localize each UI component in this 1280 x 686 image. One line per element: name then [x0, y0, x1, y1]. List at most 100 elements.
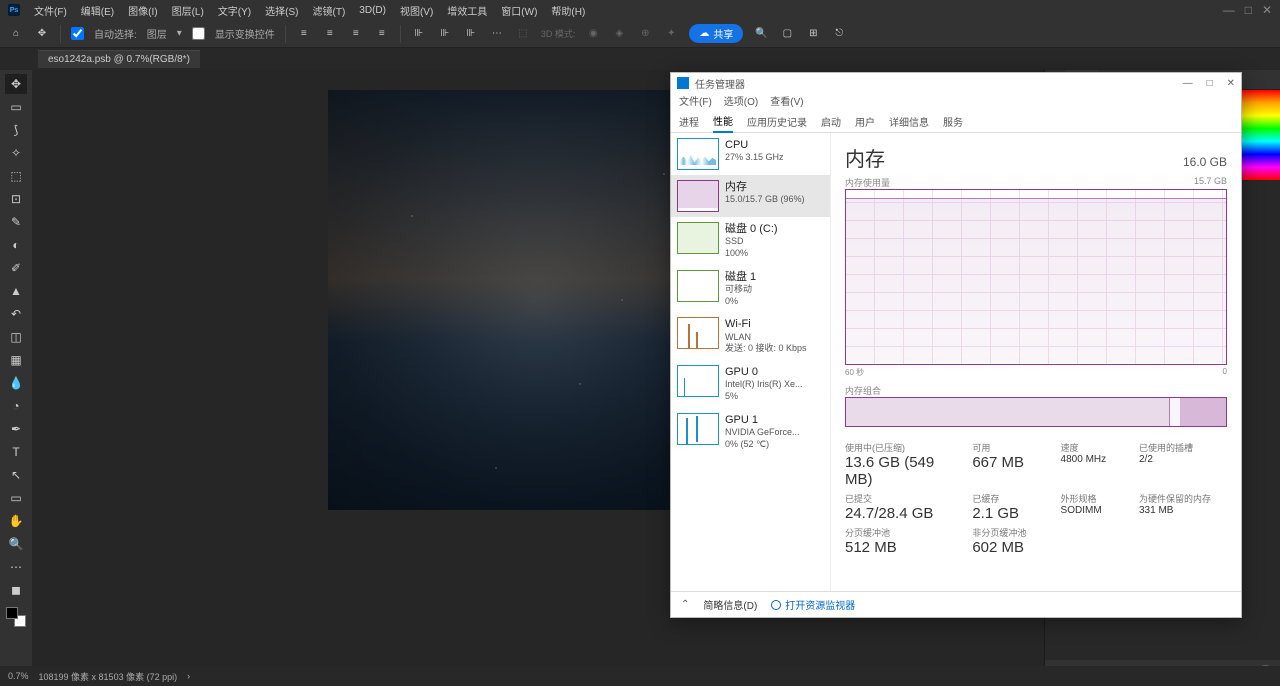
sidebar-item-memory[interactable]: 内存15.0/15.7 GB (96%) — [671, 175, 830, 217]
tab-users[interactable]: 用户 — [855, 111, 875, 132]
zoom-level[interactable]: 0.7% — [8, 671, 29, 681]
window-close-icon[interactable]: ✕ — [1262, 3, 1272, 17]
sidebar-item-gpu1[interactable]: GPU 1NVIDIA GeForce...0% (52 ℃) — [671, 408, 830, 456]
heal-tool[interactable]: ◐ — [5, 235, 27, 255]
3d-orbit-icon[interactable]: ◉ — [585, 26, 601, 42]
stamp-tool[interactable]: ▲ — [5, 281, 27, 301]
move-tool[interactable]: ✥ — [5, 74, 27, 94]
tab-processes[interactable]: 进程 — [679, 111, 699, 132]
layer-dropdown[interactable]: 图层 — [147, 26, 167, 41]
tm-menu-file[interactable]: 文件(F) — [679, 93, 712, 111]
resource-monitor-link[interactable]: 打开资源监视器 — [771, 597, 855, 612]
menu-type[interactable]: 文字(Y) — [218, 3, 251, 18]
tab-performance[interactable]: 性能 — [713, 110, 733, 133]
tm-menu-options[interactable]: 选项(O) — [724, 93, 758, 111]
marquee-tool[interactable]: ▭ — [5, 97, 27, 117]
distribute-v-icon[interactable]: ⊪ — [437, 26, 453, 42]
align-right-icon[interactable]: ≡ — [348, 26, 364, 42]
3d-mode-icon[interactable]: ⬚ — [515, 26, 531, 42]
color-swatch[interactable] — [6, 607, 26, 627]
menu-image[interactable]: 图像(I) — [128, 3, 157, 18]
menu-view[interactable]: 视图(V) — [400, 3, 433, 18]
move-tool-icon[interactable]: ✥ — [34, 26, 50, 42]
quick-mask[interactable]: ◼ — [5, 580, 27, 600]
tab-app-history[interactable]: 应用历史记录 — [747, 111, 807, 132]
wand-tool[interactable]: ✧ — [5, 143, 27, 163]
frame-tool[interactable]: ⊡ — [5, 189, 27, 209]
collapse-arrow-icon[interactable]: ⌃ — [681, 599, 689, 610]
menu-layer[interactable]: 图层(L) — [172, 3, 204, 18]
auto-select-checkbox[interactable] — [71, 27, 84, 40]
edit-toolbar[interactable]: ⋯ — [5, 557, 27, 577]
share-button[interactable]: ☁ 共享 — [689, 24, 743, 43]
blur-tool[interactable]: 💧 — [5, 373, 27, 393]
menu-window[interactable]: 窗口(W) — [501, 3, 537, 18]
menu-file[interactable]: 文件(F) — [34, 3, 67, 18]
tm-menu-view[interactable]: 查看(V) — [770, 93, 803, 111]
hand-tool[interactable]: ✋ — [5, 511, 27, 531]
sidebar-item-disk0[interactable]: 磁盘 0 (C:)SSD100% — [671, 217, 830, 265]
sidebar-item-disk1[interactable]: 磁盘 1可移动0% — [671, 265, 830, 313]
menu-plugins[interactable]: 增效工具 — [447, 3, 487, 18]
separator — [285, 25, 286, 43]
tm-titlebar[interactable]: 任务管理器 — □ ✕ — [671, 73, 1241, 93]
eraser-tool[interactable]: ◫ — [5, 327, 27, 347]
menu-3d[interactable]: 3D(D) — [359, 5, 386, 16]
tm-close-icon[interactable]: ✕ — [1227, 78, 1235, 89]
cpu-name: CPU — [725, 138, 784, 152]
menu-select[interactable]: 选择(S) — [265, 3, 298, 18]
export-icon[interactable]: ⎋ — [831, 26, 847, 42]
sidebar-item-gpu0[interactable]: GPU 0Intel(R) Iris(R) Xe...5% — [671, 360, 830, 408]
gradient-tool[interactable]: ▦ — [5, 350, 27, 370]
pen-tool[interactable]: ✒ — [5, 419, 27, 439]
fewer-details-button[interactable]: 简略信息(D) — [703, 597, 757, 612]
sidebar-item-cpu[interactable]: CPU27% 3.15 GHz — [671, 133, 830, 175]
menu-help[interactable]: 帮助(H) — [551, 3, 585, 18]
search-icon[interactable]: 🔍 — [753, 26, 769, 42]
arrange-icon[interactable]: ⊞ — [805, 26, 821, 42]
crop-tool[interactable]: ⬚ — [5, 166, 27, 186]
3d-slide-icon[interactable]: ⊕ — [637, 26, 653, 42]
auto-select-label: 自动选择: — [94, 26, 137, 41]
menu-edit[interactable]: 编辑(E) — [81, 3, 114, 18]
distribute-icon[interactable]: ⊪ — [463, 26, 479, 42]
tm-maximize-icon[interactable]: □ — [1207, 78, 1213, 89]
ps-status-bar: 0.7% 108199 像素 x 81503 像素 (72 ppi) › — [0, 666, 1280, 686]
dropdown-icon[interactable]: ▾ — [177, 28, 182, 39]
show-transform-checkbox[interactable] — [192, 27, 205, 40]
lasso-tool[interactable]: ⟆ — [5, 120, 27, 140]
shape-tool[interactable]: ▭ — [5, 488, 27, 508]
tab-startup[interactable]: 启动 — [821, 111, 841, 132]
sidebar-item-wifi[interactable]: Wi-FiWLAN发送: 0 接收: 0 Kbps — [671, 312, 830, 360]
workspace-icon[interactable]: ▢ — [779, 26, 795, 42]
nonpaged-label: 非分页缓冲池 — [972, 526, 1050, 539]
home-icon[interactable]: ⌂ — [8, 26, 24, 42]
tab-services[interactable]: 服务 — [943, 111, 963, 132]
cpu-sub: 27% 3.15 GHz — [725, 152, 784, 164]
dodge-tool[interactable]: ◔ — [5, 396, 27, 416]
zoom-tool[interactable]: 🔍 — [5, 534, 27, 554]
wifi-sub2: 发送: 0 接收: 0 Kbps — [725, 343, 807, 355]
path-tool[interactable]: ↖ — [5, 465, 27, 485]
document-tab[interactable]: eso1242a.psb @ 0.7%(RGB/8*) — [38, 50, 200, 68]
3d-roll-icon[interactable]: ✦ — [663, 26, 679, 42]
disk0-thumb-icon — [677, 222, 719, 254]
menu-filter[interactable]: 滤镜(T) — [313, 3, 346, 18]
distribute-h-icon[interactable]: ⊪ — [411, 26, 427, 42]
history-brush-tool[interactable]: ↶ — [5, 304, 27, 324]
align-center-icon[interactable]: ≡ — [322, 26, 338, 42]
type-tool[interactable]: T — [5, 442, 27, 462]
eyedropper-tool[interactable]: ✎ — [5, 212, 27, 232]
doc-info[interactable]: 108199 像素 x 81503 像素 (72 ppi) — [39, 670, 178, 683]
align-left-icon[interactable]: ≡ — [296, 26, 312, 42]
hw-value: 331 MB — [1139, 505, 1227, 516]
more-icon[interactable]: ⋯ — [489, 26, 505, 42]
chevron-icon[interactable]: › — [187, 671, 190, 681]
3d-pan-icon[interactable]: ◈ — [611, 26, 627, 42]
tab-details[interactable]: 详细信息 — [889, 111, 929, 132]
brush-tool[interactable]: ✐ — [5, 258, 27, 278]
tm-minimize-icon[interactable]: — — [1183, 78, 1193, 89]
align-top-icon[interactable]: ≡ — [374, 26, 390, 42]
window-minimize-icon[interactable]: — — [1223, 3, 1235, 17]
window-maximize-icon[interactable]: □ — [1245, 3, 1252, 17]
